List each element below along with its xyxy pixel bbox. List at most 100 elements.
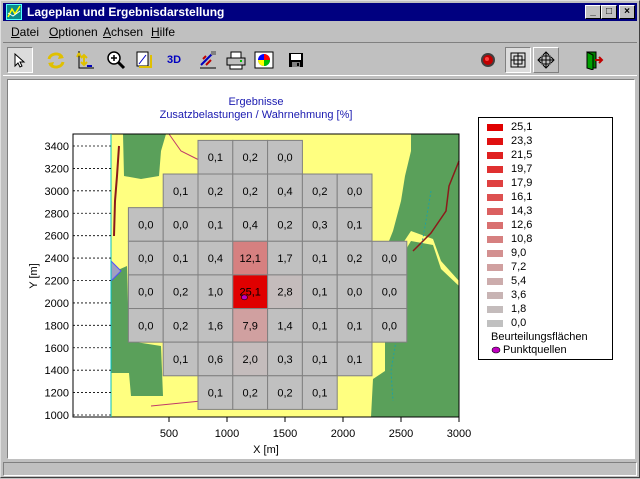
heatmap-cell: 0,2	[162, 274, 199, 310]
legend-item: 7,2	[487, 261, 607, 273]
y-tick-lines	[73, 145, 111, 416]
y-tick-label: 2200	[45, 276, 69, 288]
heatmap-cell: 0,1	[162, 173, 199, 209]
legend-swatch	[487, 250, 503, 257]
heatmap-cell: 0,1	[197, 375, 234, 410]
legend-item: 19,7	[487, 163, 607, 175]
legend-item: 16,1	[487, 191, 607, 203]
heatmap-cell-value: 0,0	[347, 287, 362, 299]
y-tick-label: 2000	[45, 298, 69, 310]
legend-item: 3,6	[487, 289, 607, 301]
legend-item: 9,0	[487, 247, 607, 259]
heatmap-cell-value: 0,2	[277, 219, 292, 231]
heatmap-cell: 0,4	[267, 173, 303, 209]
legend-source-entry: Punktquellen	[487, 344, 617, 356]
legend-label: 23,3	[511, 135, 533, 147]
heatmap-cell-value: 0,3	[277, 354, 292, 366]
point-source-marker	[241, 294, 248, 301]
heatmap-cell-value: 0,0	[277, 152, 292, 164]
x-axis-label: X [m]	[253, 444, 279, 456]
heatmap-cell: 0,2	[162, 308, 199, 343]
heatmap-cell-value: 12,1	[239, 253, 260, 265]
heatmap-cell: 0,1	[336, 341, 373, 377]
x-tick-label: 500	[160, 428, 178, 440]
legend-label: 14,3	[511, 205, 533, 217]
forest-area-bottom-mid	[131, 346, 161, 396]
legend-item: 12,6	[487, 219, 607, 231]
legend-area-label: Beurteilungsflächen	[491, 331, 588, 343]
heatmap-cell: 0,1	[301, 240, 338, 276]
legend-source-label: Punktquellen	[503, 344, 567, 356]
legend-label: 25,1	[511, 121, 533, 133]
heatmap-cell: 0,1	[301, 274, 338, 310]
heatmap-cell: 0,0	[371, 274, 408, 310]
heatmap-cell-value: 1,7	[277, 253, 292, 265]
legend-label: 21,5	[511, 149, 533, 161]
heatmap-cell: 0,0	[267, 139, 303, 175]
legend: 25,1 23,3 21,5 19,7 17,9 16,1 14,3 12,6 10,8 9,0 7…	[478, 117, 613, 360]
heatmap-cell: 0,0	[127, 207, 164, 242]
heatmap-cell: 0,4	[232, 207, 269, 242]
heatmap-cell-value: 0,0	[138, 219, 153, 231]
heatmap-cell-value: 0,2	[208, 186, 223, 198]
heatmap-cell-value: 0,1	[347, 354, 362, 366]
main-window: Lageplan und Ergebnisdarstellung _ □ × D…	[0, 0, 640, 478]
heatmap-cell: 7,9	[232, 308, 269, 343]
heatmap-cell-value: 0,2	[312, 186, 327, 198]
heatmap-cell: 0,1	[162, 341, 199, 377]
heatmap-cell: 0,1	[336, 207, 373, 242]
heatmap-cell-value: 0,2	[243, 152, 258, 164]
heatmap-cell-value: 0,1	[347, 320, 362, 332]
heatmap-cell-value: 0,2	[277, 388, 292, 400]
x-tick-labels: 500 1000 1500 2000 2500 3000	[160, 428, 471, 440]
legend-label: 16,1	[511, 191, 533, 203]
heatmap-cell: 0,1	[301, 308, 338, 343]
heatmap-cell-value: 0,2	[347, 253, 362, 265]
legend-item: 21,5	[487, 149, 607, 161]
heatmap-cell-value: 0,2	[243, 186, 258, 198]
heatmap-cell: 0,2	[232, 139, 269, 175]
x-tick-label: 1000	[215, 428, 239, 440]
heatmap-cell: 0,4	[197, 240, 234, 276]
legend-label: 17,9	[511, 177, 533, 189]
heatmap-cell: 0,1	[301, 341, 338, 377]
heatmap-cell: 0,2	[267, 207, 303, 242]
heatmap-cell: 1,0	[197, 274, 234, 310]
heatmap-cell-value: 1,4	[277, 320, 292, 332]
heatmap-cell-value: 0,0	[347, 186, 362, 198]
heatmap-cell: 0,1	[197, 207, 234, 242]
legend-swatch	[487, 194, 503, 201]
heatmap-cell: 0,0	[371, 308, 408, 343]
heatmap-cell: 0,1	[336, 308, 373, 343]
x-tick-label: 1500	[273, 428, 297, 440]
heatmap-cell: 0,0	[127, 274, 164, 310]
heatmap-cell-value: 0,1	[312, 287, 327, 299]
legend-item: 1,8	[487, 303, 607, 315]
legend-label: 3,6	[511, 289, 527, 301]
x-tick-label: 2000	[331, 428, 355, 440]
heatmap-cell-value: 0,1	[312, 253, 327, 265]
legend-swatch	[487, 264, 503, 271]
heatmap-cell: 0,6	[197, 341, 234, 377]
y-tick-label: 1600	[45, 343, 69, 355]
status-panel	[3, 462, 637, 476]
heatmap-cell-value: 0,1	[312, 354, 327, 366]
point-sources	[241, 294, 248, 301]
heatmap-cell: 0,0	[127, 308, 164, 343]
legend-label: 7,2	[511, 261, 527, 273]
legend-label: 19,7	[511, 163, 533, 175]
heatmap-cell-value: 0,0	[382, 287, 397, 299]
legend-item: 17,9	[487, 177, 607, 189]
heatmap-cell: 1,6	[197, 308, 234, 343]
heatmap-cell: 0,2	[301, 173, 338, 209]
heatmap-cell-value: 2,8	[277, 287, 292, 299]
legend-label: 12,6	[511, 219, 533, 231]
heatmap-cell-value: 0,4	[277, 186, 292, 198]
heatmap-cell: 0,1	[197, 139, 234, 175]
legend-label: 1,8	[511, 303, 527, 315]
legend-area-entry: Beurteilungsflächen	[487, 331, 617, 343]
heatmap-cell: 0,2	[197, 173, 234, 209]
legend-swatch	[487, 222, 503, 229]
legend-swatch	[487, 306, 503, 313]
heatmap-cell-value: 0,4	[208, 253, 223, 265]
